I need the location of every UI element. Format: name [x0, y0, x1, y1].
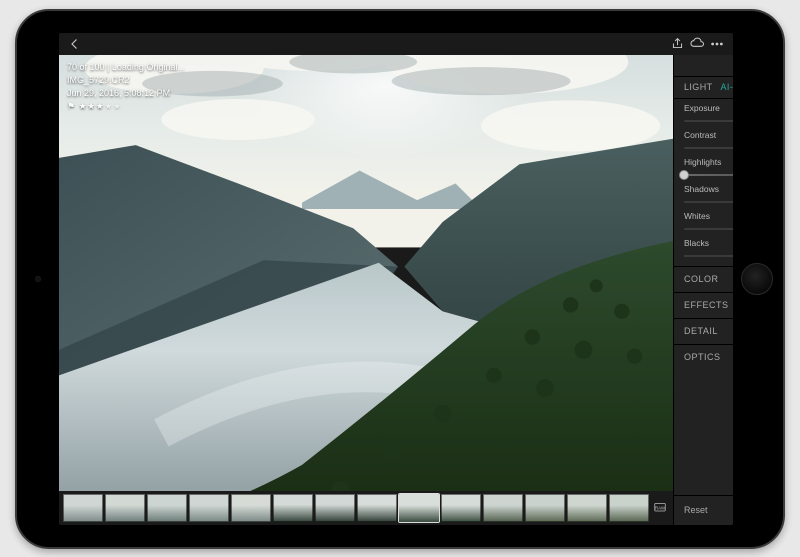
ipad-frame: 70 of 100 | Loading Original... IMG_5729…: [15, 9, 785, 549]
light-sliders: Exposure0.65 Contrast0.00 Highlights-100.0…: [674, 99, 733, 266]
share-icon[interactable]: [667, 34, 687, 54]
section-optics[interactable]: OPTICS◂: [674, 344, 733, 370]
edit-panel: LIGHT AI-AU AUTO CURVE Exposure0.65 Contr…: [673, 55, 733, 525]
topbar: [59, 33, 733, 55]
slider-whites[interactable]: Whites-10.00: [684, 211, 733, 233]
filmstrip-thumb[interactable]: [525, 494, 565, 522]
main-area: 70 of 100 | Loading Original... IMG_5729…: [59, 55, 733, 525]
slider-blacks[interactable]: Blacks25.00: [684, 238, 733, 260]
front-camera: [35, 276, 41, 282]
slider-shadows[interactable]: Shadows49.00: [684, 184, 733, 206]
filmstrip-thumb[interactable]: [399, 494, 439, 522]
raw-badge-icon: RAW: [651, 499, 669, 517]
filmstrip-thumb[interactable]: [105, 494, 145, 522]
filmstrip-thumb[interactable]: [609, 494, 649, 522]
slider-label: Exposure: [684, 103, 720, 113]
filmstrip-thumb[interactable]: [63, 494, 103, 522]
panel-bottom-bar: Reset: [674, 495, 733, 525]
cloud-sync-icon[interactable]: [687, 34, 707, 54]
panel-mode-row: [674, 55, 733, 77]
filmstrip-thumb[interactable]: [357, 494, 397, 522]
filmstrip[interactable]: RAW: [59, 491, 673, 525]
section-detail[interactable]: DETAIL◂: [674, 318, 733, 344]
filmstrip-thumb[interactable]: [273, 494, 313, 522]
slider-label: Contrast: [684, 130, 716, 140]
filmstrip-thumb[interactable]: [441, 494, 481, 522]
home-button[interactable]: [741, 263, 773, 295]
slider-exposure[interactable]: Exposure0.65: [684, 103, 733, 125]
photo-canvas[interactable]: 70 of 100 | Loading Original... IMG_5729…: [59, 55, 673, 491]
photo-column: 70 of 100 | Loading Original... IMG_5729…: [59, 55, 673, 525]
filmstrip-thumb[interactable]: [315, 494, 355, 522]
filmstrip-thumb[interactable]: [483, 494, 523, 522]
app-screen: 70 of 100 | Loading Original... IMG_5729…: [59, 33, 733, 525]
more-icon[interactable]: [707, 34, 727, 54]
tab-aiau[interactable]: AI-AU: [721, 82, 733, 92]
filmstrip-thumb[interactable]: [189, 494, 229, 522]
filmstrip-thumb[interactable]: [231, 494, 271, 522]
slider-label: Shadows: [684, 184, 719, 194]
filmstrip-thumb[interactable]: [567, 494, 607, 522]
light-panel-tabs: LIGHT AI-AU AUTO CURVE: [674, 77, 733, 99]
section-effects[interactable]: EFFECTS◂: [674, 292, 733, 318]
slider-label: Whites: [684, 211, 710, 221]
slider-highlights[interactable]: Highlights-100.00: [684, 157, 733, 179]
tab-light[interactable]: LIGHT: [684, 82, 713, 92]
slider-label: Highlights: [684, 157, 721, 167]
section-color[interactable]: COLOR◂: [674, 266, 733, 292]
back-button[interactable]: [65, 34, 85, 54]
reset-button[interactable]: Reset: [684, 505, 708, 515]
datetime-text: Jun 29, 2016, 5:08:12 PM: [67, 87, 185, 100]
filmstrip-thumb[interactable]: [147, 494, 187, 522]
star-rating[interactable]: ⚑ ★★★★★: [67, 100, 185, 113]
slider-label: Blacks: [684, 238, 709, 248]
status-text: 70 of 100 | Loading Original...: [67, 61, 185, 74]
image-metadata-overlay: 70 of 100 | Loading Original... IMG_5729…: [67, 61, 185, 113]
slider-contrast[interactable]: Contrast0.00: [684, 130, 733, 152]
filename-text: IMG_5729.CR2: [67, 74, 185, 87]
svg-text:RAW: RAW: [655, 505, 666, 510]
